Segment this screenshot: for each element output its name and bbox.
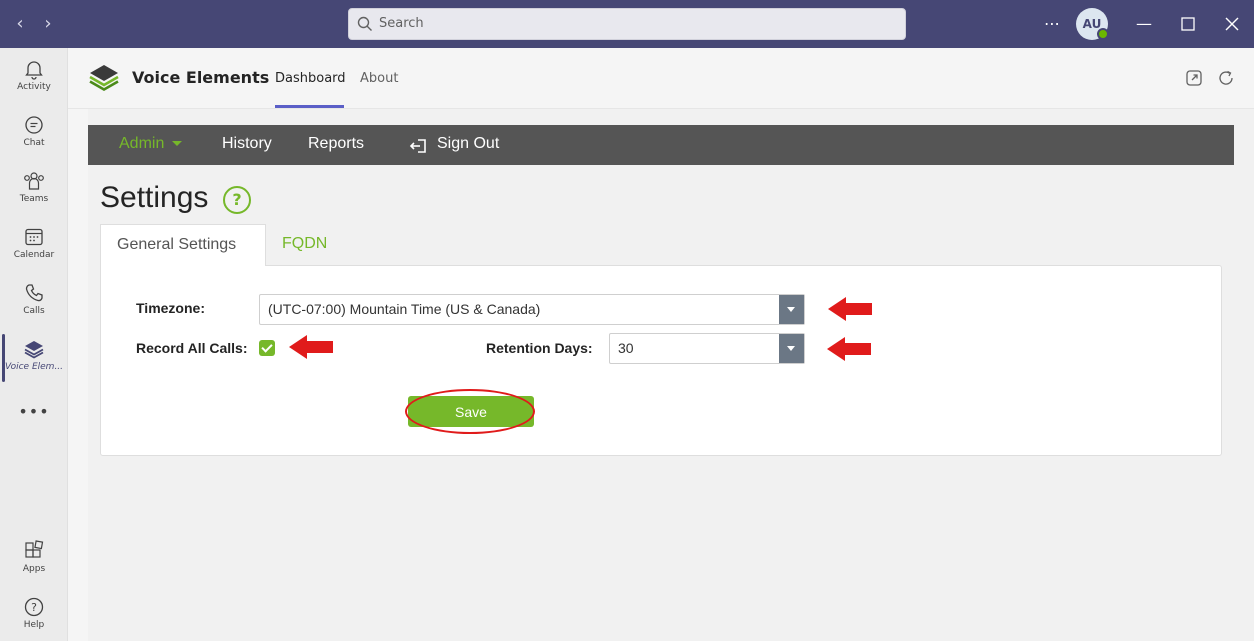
rail-label: Chat — [23, 138, 45, 148]
phone-icon — [25, 284, 43, 302]
title-bar: ‹ › Search ⋯ AU — — [0, 0, 1254, 48]
save-button[interactable]: Save — [408, 396, 534, 427]
annotation-arrow-icon — [827, 337, 871, 361]
rail-label: Teams — [19, 194, 49, 204]
tab-about[interactable]: About — [360, 71, 398, 86]
app-header: Voice Elements Dashboard About — [68, 48, 1254, 109]
menu-sign-out[interactable]: Sign Out — [437, 135, 499, 153]
app-menubar: Admin History Reports Sign Out — [88, 125, 1234, 165]
rail-item-chat[interactable]: Chat — [0, 114, 68, 166]
sign-out-icon — [409, 139, 426, 153]
rail-item-calendar[interactable]: Calendar — [0, 226, 68, 278]
maximize-icon[interactable] — [1178, 14, 1198, 34]
rail-item-apps[interactable]: Apps — [0, 540, 68, 592]
refresh-icon[interactable] — [1217, 69, 1235, 87]
search-placeholder: Search — [379, 16, 424, 31]
record-all-calls-checkbox[interactable] — [259, 340, 275, 356]
forward-arrow-icon[interactable]: › — [38, 14, 58, 34]
svg-text:?: ? — [31, 601, 37, 614]
chat-icon — [25, 116, 43, 134]
calendar-icon — [25, 228, 43, 246]
rail-label: Apps — [22, 564, 46, 574]
tab-active-underline — [275, 105, 344, 108]
rail-label: Activity — [17, 82, 51, 92]
apps-icon — [25, 540, 44, 558]
app-name: Voice Elements — [132, 68, 270, 87]
menu-history[interactable]: History — [222, 135, 272, 153]
rail-item-activity[interactable]: Activity — [0, 58, 68, 110]
rail-item-calls[interactable]: Calls — [0, 282, 68, 334]
annotation-arrow-icon — [828, 297, 872, 321]
retention-days-value: 30 — [618, 340, 634, 356]
timezone-value: (UTC-07:00) Mountain Time (US & Canada) — [268, 301, 541, 317]
search-input[interactable]: Search — [348, 8, 906, 40]
popout-icon[interactable] — [1185, 69, 1203, 87]
page-title: Settings — [100, 181, 209, 214]
minimize-icon[interactable]: — — [1134, 14, 1154, 34]
rail-item-teams[interactable]: Teams — [0, 170, 68, 222]
close-icon[interactable] — [1222, 14, 1242, 34]
rail-item-voice-elements[interactable]: Voice Elem... — [0, 338, 68, 390]
tab-dashboard[interactable]: Dashboard — [275, 71, 346, 86]
left-rail: Activity Chat Teams Calendar Calls Voice… — [0, 48, 68, 641]
retention-days-label: Retention Days: — [486, 340, 593, 356]
rail-label: Calls — [23, 306, 45, 316]
rail-label: Calendar — [13, 250, 55, 260]
timezone-label: Timezone: — [136, 300, 205, 316]
annotation-arrow-icon — [289, 335, 333, 359]
rail-label: Help — [23, 620, 45, 630]
tab-general-settings[interactable]: General Settings — [100, 224, 266, 266]
menu-reports[interactable]: Reports — [308, 135, 364, 153]
help-icon[interactable]: ? — [223, 186, 251, 214]
timezone-select[interactable]: (UTC-07:00) Mountain Time (US & Canada) — [259, 294, 805, 325]
dropdown-arrow-icon[interactable] — [779, 334, 804, 363]
more-apps-icon[interactable]: ••• — [0, 402, 68, 421]
help-circle-icon: ? — [24, 597, 44, 617]
more-options-icon[interactable]: ⋯ — [1042, 14, 1062, 34]
menu-admin-label: Admin — [119, 135, 165, 152]
record-all-calls-label: Record All Calls: — [136, 340, 248, 356]
caret-down-icon — [172, 141, 183, 147]
teams-icon — [24, 172, 44, 190]
retention-days-select[interactable]: 30 — [609, 333, 805, 364]
voice-elements-logo — [89, 65, 119, 91]
presence-available-icon — [1097, 28, 1109, 40]
rail-label: Voice Elem... — [4, 362, 64, 372]
bell-icon — [25, 61, 43, 80]
menu-admin[interactable]: Admin — [119, 135, 183, 153]
tab-fqdn[interactable]: FQDN — [266, 224, 343, 266]
back-arrow-icon[interactable]: ‹ — [10, 14, 30, 34]
voice-elements-icon — [24, 341, 44, 359]
dropdown-arrow-icon[interactable] — [779, 295, 804, 324]
search-icon — [357, 16, 372, 31]
rail-item-help[interactable]: ? Help — [0, 596, 68, 641]
